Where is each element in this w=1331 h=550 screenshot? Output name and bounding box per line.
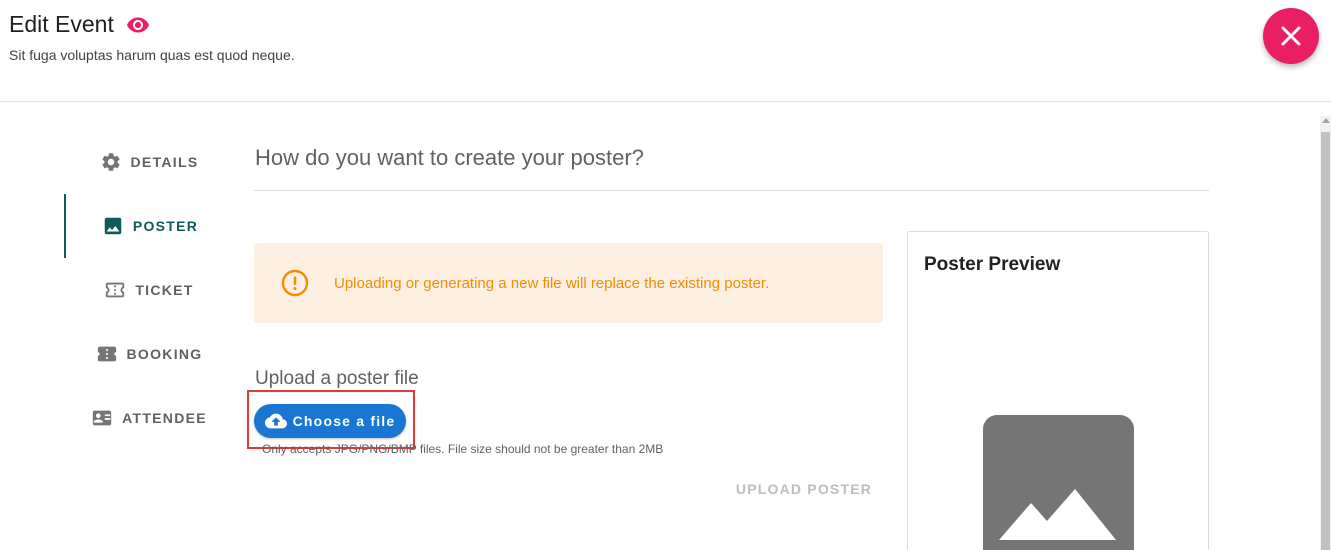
poster-preview-card: Poster Preview (907, 231, 1209, 550)
gear-icon (100, 151, 122, 173)
nav-item-label: BOOKING (126, 346, 203, 362)
scrollbar-thumb[interactable] (1321, 132, 1330, 550)
title-row: Edit Event (9, 11, 150, 38)
preview-title: Poster Preview (924, 254, 1061, 275)
upload-poster-button[interactable]: UPLOAD POSTER (730, 476, 878, 502)
choose-file-label: Choose a file (292, 413, 396, 429)
choose-file-button[interactable]: Choose a file (254, 404, 406, 438)
eye-icon[interactable] (126, 13, 150, 37)
vertical-scrollbar[interactable] (1320, 116, 1331, 550)
nav-item-ticket[interactable]: TICKET (64, 258, 234, 322)
nav-item-details[interactable]: DETAILS (64, 130, 234, 194)
warning-alert: Uploading or generating a new file will … (254, 243, 883, 323)
scroll-up-arrow-icon[interactable] (1322, 118, 1330, 123)
nav-item-label: DETAILS (130, 154, 199, 170)
page-subtitle: Sit fuga voluptas harum quas est quod ne… (9, 47, 295, 63)
badge-icon (91, 407, 113, 429)
image-placeholder-icon (983, 415, 1134, 550)
page-header: Edit Event Sit fuga voluptas harum quas … (0, 0, 1331, 102)
section-heading: How do you want to create your poster? (255, 145, 644, 170)
image-icon (102, 215, 124, 237)
file-hint: Only accepts JPG/PNG/BMP files. File siz… (262, 442, 664, 456)
nav-item-poster[interactable]: POSTER (64, 194, 234, 258)
nav-item-label: TICKET (135, 282, 194, 298)
section-divider (254, 190, 1209, 191)
booking-icon (96, 343, 118, 365)
warning-icon (281, 269, 309, 297)
nav-item-booking[interactable]: BOOKING (64, 322, 234, 386)
close-icon (1277, 22, 1305, 50)
close-button[interactable] (1263, 8, 1319, 64)
nav-item-label: POSTER (132, 218, 199, 234)
nav-item-attendee[interactable]: ATTENDEE (64, 386, 234, 450)
upload-heading: Upload a poster file (255, 368, 419, 389)
nav-item-label: ATTENDEE (122, 410, 207, 426)
page-title: Edit Event (9, 11, 114, 37)
alert-message: Uploading or generating a new file will … (334, 274, 770, 292)
ticket-icon (104, 279, 126, 301)
cloud-upload-icon (264, 410, 287, 432)
